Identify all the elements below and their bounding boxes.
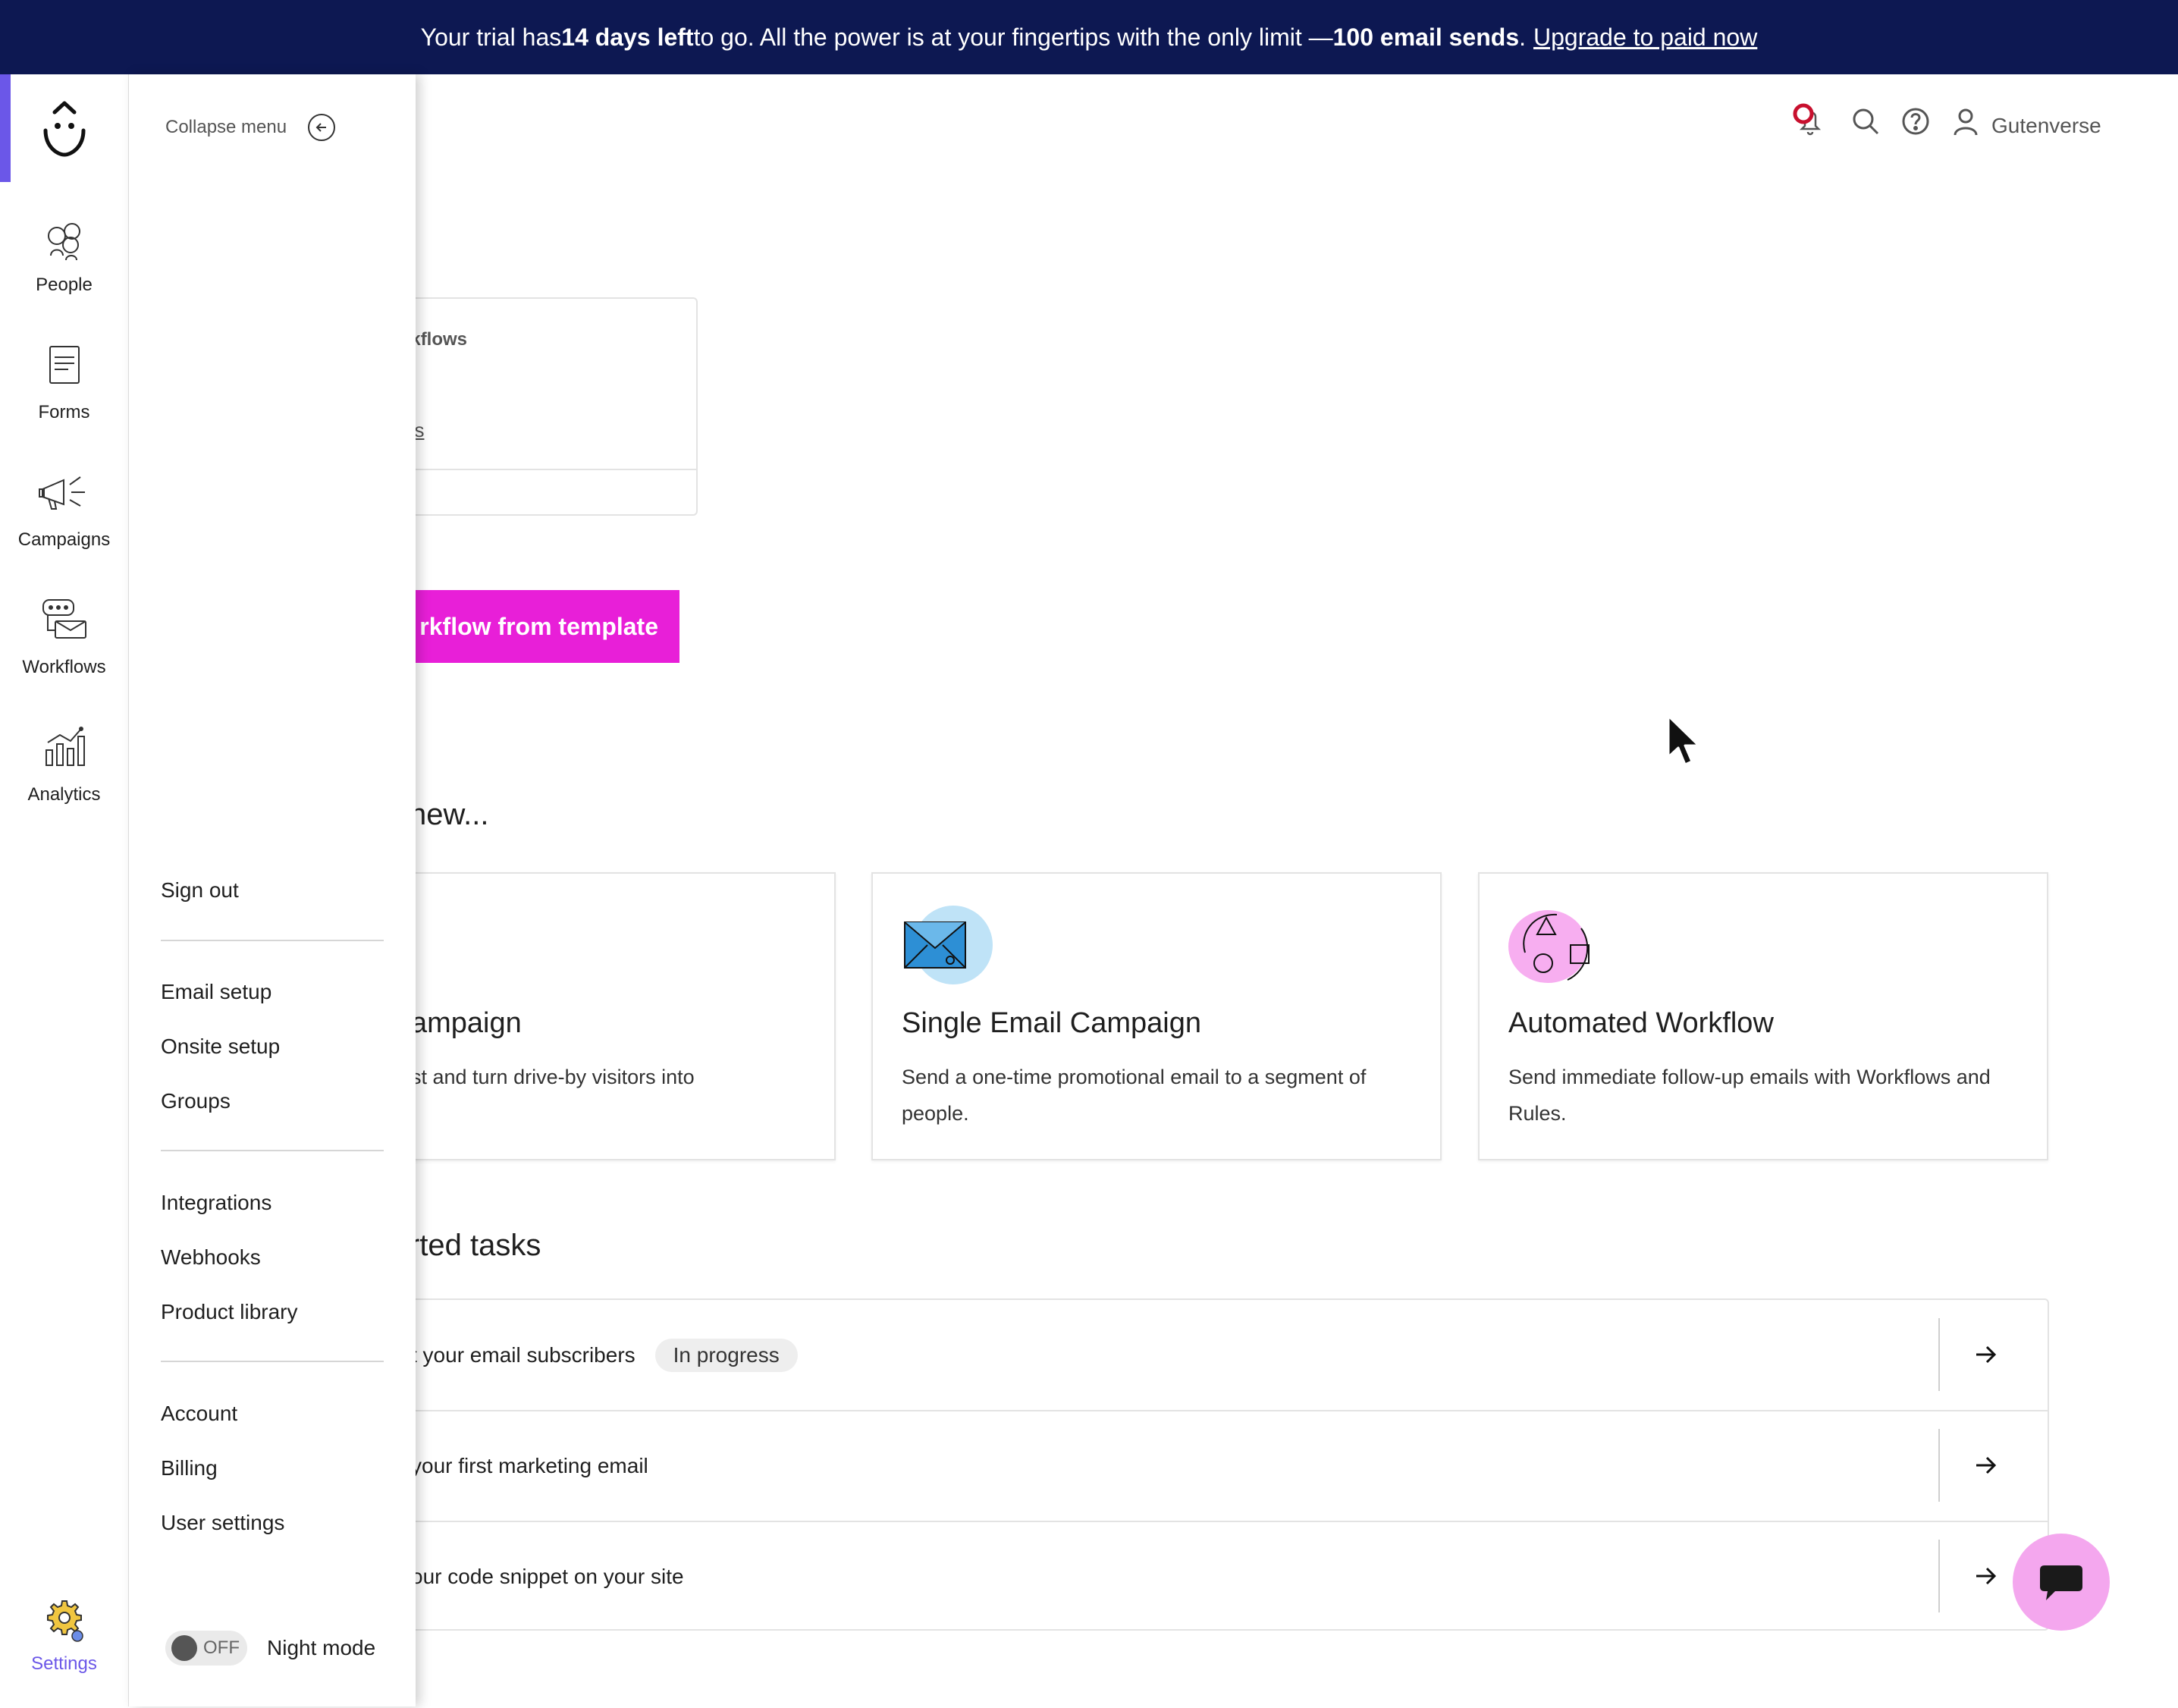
arrow-right-icon[interactable] (1970, 1561, 2001, 1591)
arrow-left-icon (308, 114, 336, 141)
card-title: Automated Workflow (1508, 1007, 1774, 1039)
banner-text-1: Your trial has (420, 23, 562, 51)
night-mode-toggle[interactable]: OFF (165, 1631, 247, 1666)
drawer-item-user-settings[interactable]: User settings (161, 1511, 284, 1535)
task-row[interactable]: t your email subscribers In progress (229, 1300, 2048, 1411)
banner-text-3: . (1519, 23, 1526, 51)
drawer-item-integrations[interactable]: Integrations (161, 1191, 271, 1215)
rail-item-analytics[interactable]: Analytics (0, 721, 128, 834)
rail-label-forms: Forms (38, 402, 90, 422)
drawer-item-webhooks[interactable]: Webhooks (161, 1245, 261, 1270)
rail-label-analytics: Analytics (27, 784, 101, 805)
card-description: Send immediate follow-up emails with Wor… (1508, 1066, 1991, 1125)
card-automated-workflow[interactable]: Automated Workflow Send immediate follow… (1478, 872, 2048, 1160)
envelope-icon (902, 906, 993, 989)
card-title: ampaign (411, 1007, 522, 1039)
task-row[interactable]: your first marketing email (229, 1411, 2048, 1521)
settings-drawer: Collapse menu Sign out Email setup Onsit… (129, 74, 416, 1706)
task-divider (1938, 1429, 1940, 1502)
tasks-list: t your email subscribers In progress your… (228, 1298, 2049, 1631)
upgrade-link[interactable]: Upgrade to paid now (1533, 24, 1757, 52)
banner-text-2: to go. All the power is at your fingerti… (693, 23, 1333, 51)
rail-label-people: People (36, 275, 93, 295)
drawer-divider (161, 1361, 384, 1362)
mouse-cursor-icon (1667, 714, 1700, 766)
task-label: your first marketing email (411, 1454, 648, 1477)
megaphone-icon (38, 466, 91, 519)
rail-item-campaigns[interactable]: Campaigns (0, 466, 128, 579)
drip-logo-icon[interactable] (0, 76, 128, 182)
card-description: Send a one-time promotional email to a s… (902, 1066, 1367, 1125)
rail-item-people[interactable]: People (0, 211, 128, 325)
gear-icon (38, 1594, 91, 1647)
night-mode-row: OFF Night mode (165, 1631, 375, 1666)
task-label: our code snippet on your site (411, 1565, 684, 1588)
forms-icon (38, 338, 91, 391)
user-name[interactable]: Gutenverse (1991, 114, 2101, 138)
drawer-item-account[interactable]: Account (161, 1402, 237, 1426)
task-label: t your email subscribers (411, 1343, 636, 1367)
automation-shapes-icon (1508, 906, 1599, 989)
notification-bell-icon[interactable] (1791, 102, 1829, 140)
chat-launcher-button[interactable] (2013, 1534, 2110, 1631)
drawer-item-product-library[interactable]: Product library (161, 1300, 298, 1324)
create-new-heading: new... (410, 798, 489, 831)
arrow-right-icon[interactable] (1970, 1339, 2001, 1370)
trial-banner: Your trial has 14 days left to go. All t… (0, 0, 2178, 74)
collapse-menu-label: Collapse menu (165, 117, 287, 137)
drawer-divider (161, 940, 384, 941)
drawer-item-groups[interactable]: Groups (161, 1089, 231, 1113)
rail-item-forms[interactable]: Forms (0, 338, 128, 452)
toggle-state: OFF (203, 1637, 240, 1658)
sign-out-link[interactable]: Sign out (161, 878, 239, 903)
chat-bubble-icon (2040, 1565, 2082, 1600)
collapse-menu-button[interactable]: Collapse menu (165, 114, 336, 141)
rail-label-campaigns: Campaigns (17, 529, 111, 550)
people-icon (38, 211, 91, 264)
analytics-icon (38, 721, 91, 774)
rail-item-settings[interactable]: Settings (0, 1594, 128, 1708)
task-row[interactable]: our code snippet on your site (229, 1521, 2048, 1632)
toggle-knob (171, 1635, 197, 1661)
rail-label-settings: Settings (31, 1653, 97, 1674)
rail-label-workflows: Workflows (22, 657, 106, 677)
user-icon[interactable] (1949, 105, 1982, 138)
banner-days-left: 14 days left (561, 23, 694, 51)
help-icon[interactable] (1899, 105, 1932, 138)
arrow-right-icon[interactable] (1970, 1450, 2001, 1480)
status-badge: In progress (654, 1339, 798, 1372)
search-icon[interactable] (1849, 105, 1882, 138)
workflows-icon (38, 593, 91, 646)
task-divider (1938, 1540, 1940, 1612)
drawer-divider (161, 1150, 384, 1151)
drawer-item-billing[interactable]: Billing (161, 1456, 218, 1480)
drawer-item-email-setup[interactable]: Email setup (161, 980, 271, 1004)
night-mode-label: Night mode (267, 1636, 376, 1659)
icon-rail: People Forms Campaigns Workflows Analyti… (0, 74, 130, 1706)
card-single-email-campaign[interactable]: Single Email Campaign Send a one-time pr… (871, 872, 1442, 1160)
drawer-item-onsite-setup[interactable]: Onsite setup (161, 1035, 280, 1059)
card-title: Single Email Campaign (902, 1007, 1201, 1039)
task-divider (1938, 1318, 1940, 1391)
banner-send-limit: 100 email sends (1332, 23, 1520, 51)
getting-started-heading: rted tasks (410, 1229, 541, 1262)
rail-item-workflows[interactable]: Workflows (0, 593, 128, 707)
card-description: st and turn drive-by visitors into (411, 1066, 695, 1088)
